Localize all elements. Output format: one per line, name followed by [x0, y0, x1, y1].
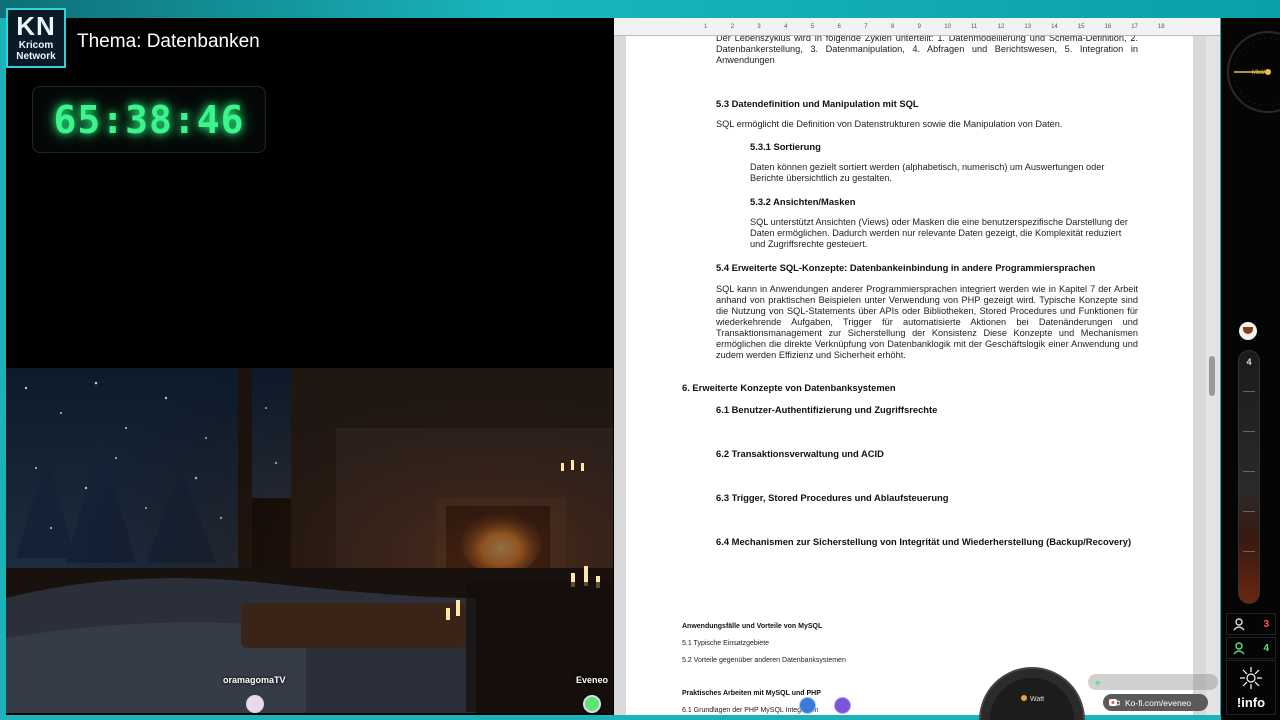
- progress-tube: 4: [1238, 350, 1260, 604]
- info-label: !info: [1236, 695, 1266, 710]
- kofi-link[interactable]: Ko-fi.com/eveneo: [1103, 694, 1208, 711]
- ruler-mark: 7: [864, 24, 868, 30]
- sparkle-icon: [1240, 667, 1262, 689]
- webcam-name-right: Eveneo: [576, 675, 609, 685]
- cozy-cabin-background: oramagomaTV Eveneo: [6, 368, 613, 713]
- watt-indicator-dot: [1021, 695, 1027, 701]
- notes-heading-mysql: Anwendungsfälle und Vorteile von MySQL: [682, 623, 823, 630]
- alert-pill: [1088, 674, 1218, 690]
- viewer-count-a: 3: [1226, 613, 1276, 635]
- heading-5-4: 5.4 Erweiterte SQL-Konzepte: Datenbankei…: [716, 262, 1096, 273]
- ruler-mark: 14: [1051, 24, 1058, 30]
- notes-item-5-1: 5.1 Typische Einsatzgebiete: [682, 640, 770, 647]
- vertical-scrollbar[interactable]: [1206, 36, 1220, 715]
- paragraph-5-4: SQL kann in Anwendungen anderer Programm…: [716, 284, 1138, 360]
- tube-tick: [1243, 511, 1255, 512]
- participant-avatar-blue[interactable]: [799, 697, 816, 714]
- paragraph-5-3-1: Daten können gezielt sortiert werden (al…: [750, 162, 1105, 183]
- kofi-text: Ko-fi.com/eveneo: [1125, 697, 1192, 708]
- ruler-mark: 12: [997, 24, 1005, 30]
- heading-6: 6. Erweiterte Konzepte von Datenbanksyst…: [682, 382, 896, 393]
- ruler-mark: 1: [704, 24, 708, 30]
- paragraph-5-3: SQL ermöglicht die Definition von Datens…: [716, 119, 1063, 129]
- user-icon-green: [1233, 641, 1245, 654]
- heart-icon: ♥: [1095, 678, 1101, 688]
- cabin-scene-illustration: [6, 368, 613, 713]
- ruler-mark: 18: [1157, 24, 1165, 30]
- stream-timer: 65:38:46: [32, 86, 266, 153]
- user-icon: [1233, 617, 1245, 630]
- webcam-avatar-right[interactable]: [583, 695, 601, 713]
- tube-tick: [1243, 551, 1255, 552]
- info-command-box[interactable]: !info: [1226, 660, 1276, 715]
- heading-5-3-1: 5.3.1 Sortierung: [750, 141, 821, 152]
- stream-topic: Thema: Datenbanken: [77, 31, 260, 52]
- kofi-cup-icon: [1109, 698, 1120, 706]
- webcam-name-left: oramagomaTV: [223, 675, 286, 685]
- logo-line-2: Network: [16, 51, 56, 62]
- timer-value: 65:38:46: [53, 97, 245, 142]
- coffee-cup-icon: [1239, 322, 1257, 340]
- viewer-count-b-value: 4: [1263, 642, 1269, 654]
- logo-line-1: Kricom: [18, 40, 54, 51]
- logo-mark: KN: [16, 11, 56, 41]
- tube-tick: [1243, 471, 1255, 472]
- paragraph-lifecycle: Der Lebenszyklus wird in folgende Zyklen…: [716, 36, 1138, 65]
- ruler-mark: 6: [837, 24, 841, 30]
- tube-tick: [1243, 391, 1255, 392]
- ruler-mark: 13: [1024, 24, 1032, 30]
- participant-avatar-purple[interactable]: [834, 697, 851, 714]
- notes-heading-php: Praktisches Arbeiten mit MySQL und PHP: [682, 690, 821, 697]
- ruler-mark: 15: [1077, 24, 1085, 30]
- heading-5-3: 5.3 Datendefinition und Manipulation mit…: [716, 98, 919, 109]
- stream-border-top: [0, 0, 1280, 18]
- heading-6-3: 6.3 Trigger, Stored Procedures und Ablau…: [716, 492, 949, 503]
- viewer-count-b: 4: [1226, 637, 1276, 659]
- ruler-mark: 10: [944, 24, 951, 30]
- ruler-mark: 16: [1104, 24, 1112, 30]
- document-page[interactable]: Der Lebenszyklus wird in folgende Zyklen…: [626, 36, 1193, 715]
- webcam-avatar-left[interactable]: [246, 695, 264, 713]
- kricom-network-logo: KN Kricom Network: [6, 8, 66, 68]
- ruler-mark: 11: [971, 24, 978, 30]
- viewer-count-a-value: 3: [1263, 618, 1269, 630]
- ruler-mark: 5: [810, 24, 815, 30]
- ruler-mark: 8: [890, 24, 895, 30]
- ruler-mark: 2: [730, 24, 735, 30]
- ruler-mark: 4: [784, 24, 788, 30]
- notes-item-6-1: 6.1 Grundlagen der PHP MySQL Integration: [682, 707, 819, 714]
- heading-6-1: 6.1 Benutzer-Authentifizierung und Zugri…: [716, 404, 938, 415]
- ruler-mark: 17: [1131, 24, 1138, 30]
- watt-meter: Watt: [979, 667, 1085, 720]
- watt-label: Watt: [1030, 696, 1044, 703]
- document-editor: 1 2 3 4 5 6 7 8 9 10 11 12 13 14 15 16 17 18 Der Lebenszy…: [614, 18, 1220, 715]
- tube-value: 4: [1246, 357, 1252, 367]
- gauge-unit-label: Mbit/s: [1252, 70, 1268, 76]
- heading-5-3-2: 5.3.2 Ansichten/Masken: [750, 196, 856, 207]
- notes-item-5-2: 5.2 Vorteile gegenüber anderen Datenbank…: [682, 657, 846, 664]
- horizontal-ruler[interactable]: 1 2 3 4 5 6 7 8 9 10 11 12 13 14 15 16 17 18: [614, 18, 1220, 36]
- heading-6-2: 6.2 Transaktionsverwaltung und ACID: [716, 448, 884, 459]
- tube-tick: [1243, 431, 1255, 432]
- paragraph-5-3-2: SQL unterstützt Ansichten (Views) oder M…: [750, 217, 1128, 249]
- bandwidth-gauge-icon: Mbit/s: [1227, 31, 1280, 113]
- ruler-mark: 3: [757, 24, 761, 30]
- ruler-mark: 9: [917, 24, 921, 30]
- heading-6-4: 6.4 Mechanismen zur Sicherstellung von I…: [716, 536, 1132, 547]
- scrollbar-thumb[interactable]: [1209, 356, 1215, 396]
